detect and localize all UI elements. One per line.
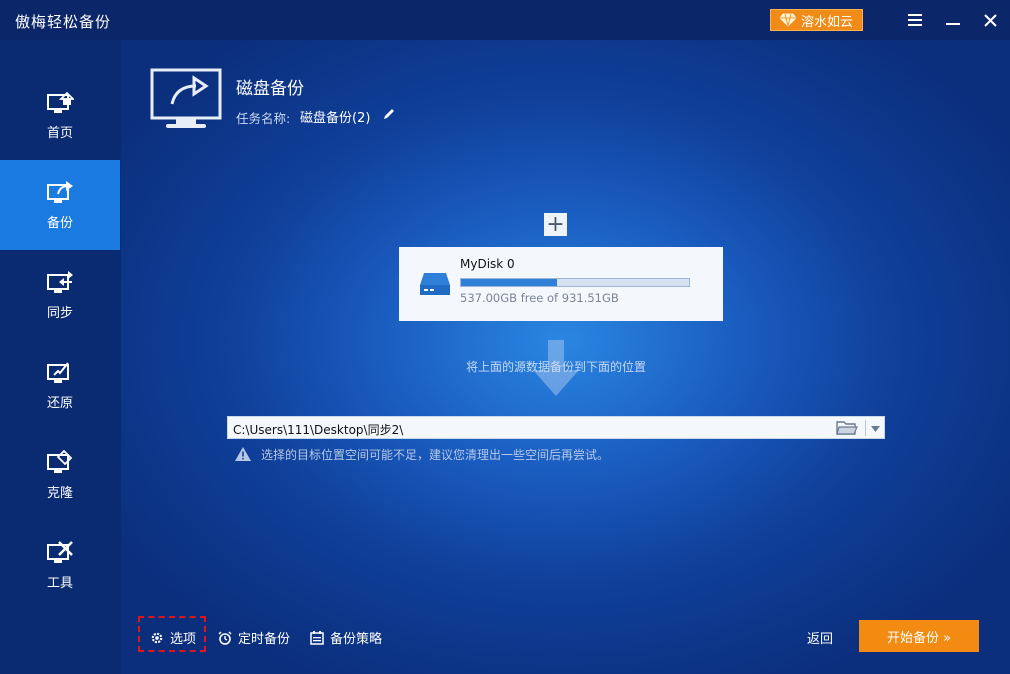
title-bar: 傲梅轻松备份 溶水如云 — [0, 0, 1010, 40]
alarm-clock-icon — [218, 631, 232, 645]
task-name-label: 任务名称: — [236, 111, 291, 126]
sidebar-item-tools[interactable]: 工具 — [0, 520, 120, 610]
task-name-value: 磁盘备份(2) — [300, 111, 371, 126]
sidebar-item-home[interactable]: 首页 — [0, 70, 120, 160]
sidebar-item-label: 还原 — [46, 395, 73, 411]
sidebar-item-label: 备份 — [46, 215, 73, 231]
diamond-icon — [779, 13, 796, 27]
backup-monitor-icon — [150, 68, 222, 128]
calendar-list-icon — [310, 630, 324, 645]
sidebar-item-label: 克隆 — [46, 485, 73, 501]
disk-name: MyDisk 0 — [460, 257, 515, 271]
home-monitor-icon — [47, 91, 74, 113]
warning-icon — [235, 447, 251, 461]
clone-monitor-icon — [47, 449, 73, 473]
sidebar-item-backup[interactable]: 备份 — [0, 160, 120, 250]
menu-icon — [908, 14, 922, 26]
sidebar-item-label: 同步 — [46, 305, 73, 321]
sidebar-item-restore[interactable]: 还原 — [0, 340, 120, 430]
sidebar-item-label: 工具 — [46, 575, 73, 591]
page-title: 磁盘备份 — [236, 79, 304, 99]
start-backup-button[interactable]: 开始备份 » — [859, 620, 979, 652]
menu-button[interactable] — [904, 9, 926, 31]
options-label: 选项 — [170, 632, 197, 647]
sync-monitor-icon — [47, 270, 73, 293]
options-button[interactable]: 选项 — [150, 628, 196, 647]
destination-path-field[interactable]: C:\Users\111\Desktop\同步2\ — [227, 416, 885, 439]
pencil-icon[interactable] — [382, 107, 396, 121]
back-button[interactable]: 返回 — [807, 628, 833, 647]
backup-direction-hint: 将上面的源数据备份到下面的位置 — [466, 360, 647, 374]
schedule-backup-button[interactable]: 定时备份 — [218, 628, 290, 647]
destination-path-text: C:\Users\111\Desktop\同步2\ — [233, 423, 404, 437]
disk-usage-bar — [460, 278, 690, 287]
disk-free-text: 537.00GB free of 931.51GB — [460, 291, 619, 305]
add-source-button[interactable]: + — [544, 213, 567, 236]
close-button[interactable] — [979, 9, 1001, 31]
source-disk-card[interactable]: MyDisk 0 537.00GB free of 931.51GB — [399, 247, 723, 321]
tools-monitor-icon — [47, 540, 73, 563]
destination-warning-text: 选择的目标位置空间可能不足，建议您清理出一些空间后再尝试。 — [261, 448, 610, 462]
sidebar-item-sync[interactable]: 同步 — [0, 250, 120, 340]
dropdown-separator — [865, 420, 866, 436]
minimize-icon — [946, 23, 960, 25]
disk-usage-fill — [461, 279, 557, 286]
main-panel: 磁盘备份 任务名称: 磁盘备份(2) + MyDisk 0 537.00GB f… — [121, 40, 1010, 674]
sidebar-item-label: 首页 — [46, 125, 73, 141]
chevron-down-icon[interactable] — [871, 426, 880, 432]
upgrade-label: 溶水如云 — [800, 14, 853, 30]
sidebar: 首页 备份 同步 还原 克隆 工具 — [0, 40, 121, 674]
upgrade-button[interactable]: 溶水如云 — [770, 9, 863, 31]
gear-icon — [151, 632, 163, 643]
folder-open-icon[interactable] — [836, 420, 858, 436]
backup-scheme-button[interactable]: 备份策略 — [310, 628, 382, 647]
restore-monitor-icon — [47, 361, 69, 383]
app-title: 傲梅轻松备份 — [15, 13, 112, 31]
sidebar-item-clone[interactable]: 克隆 — [0, 430, 120, 520]
schedule-label: 定时备份 — [238, 632, 291, 647]
close-icon — [983, 13, 997, 27]
backup-monitor-icon — [47, 180, 73, 203]
hard-disk-icon — [420, 273, 450, 295]
minimize-button[interactable] — [942, 9, 964, 31]
scheme-label: 备份策略 — [330, 632, 383, 647]
